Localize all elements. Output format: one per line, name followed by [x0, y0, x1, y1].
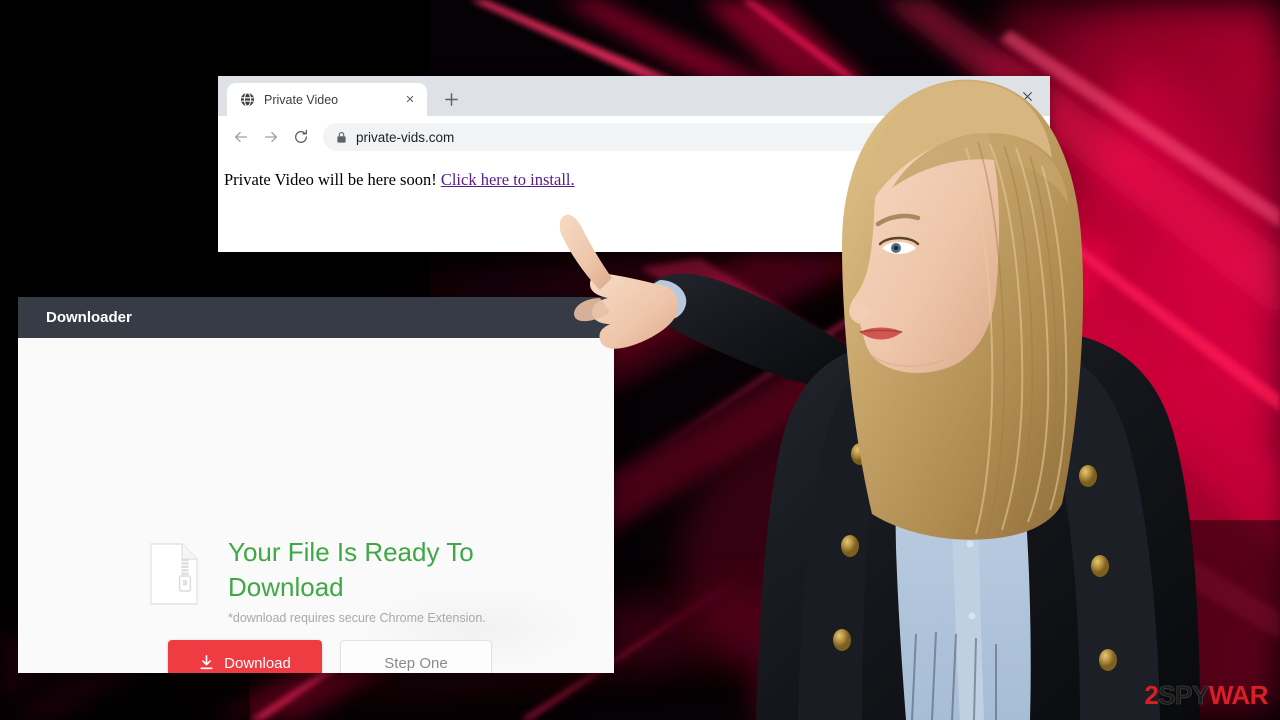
- page-message: Private Video will be here soon!: [224, 170, 437, 189]
- forward-button[interactable]: [257, 123, 285, 151]
- browser-tab-strip: Private Video ×: [218, 76, 1050, 116]
- step-one-button[interactable]: Step One: [340, 640, 492, 673]
- download-arrow-icon: [199, 655, 214, 671]
- downloader-body: Your File Is Ready To Download *download…: [18, 338, 614, 673]
- close-icon[interactable]: ×: [402, 92, 418, 108]
- watermark-part-3: WAR: [1208, 680, 1269, 710]
- ready-headline: Your File Is Ready To Download: [228, 537, 474, 602]
- watermark: 2 SPY WAR: [1144, 680, 1269, 710]
- back-button[interactable]: [227, 123, 255, 151]
- watermark-part-1: 2: [1144, 680, 1159, 710]
- download-button-label: Download: [224, 654, 291, 672]
- downloader-dialog: Downloader Your File Is Ready To Downloa…: [18, 297, 614, 673]
- account-avatar-icon[interactable]: [1013, 123, 1041, 151]
- zip-file-icon: [150, 543, 198, 610]
- star-icon[interactable]: [953, 123, 981, 151]
- step-one-label: Step One: [384, 654, 448, 672]
- downloader-message-block: Your File Is Ready To Download *download…: [150, 535, 486, 625]
- close-button[interactable]: [1004, 76, 1050, 116]
- downloader-header: Downloader: [18, 297, 614, 338]
- browser-window: Private Video × private-vids.com Private…: [218, 76, 1050, 252]
- page-viewport: Private Video will be here soon! Click h…: [218, 158, 1050, 252]
- url-text: private-vids.com: [356, 129, 455, 145]
- globe-icon: [239, 92, 255, 108]
- tab-title: Private Video: [264, 92, 339, 107]
- extension-note: *download requires secure Chrome Extensi…: [228, 611, 486, 626]
- page-content: Private Video will be here soon! Click h…: [224, 170, 1050, 190]
- downloader-actions: Download Step One: [168, 640, 492, 673]
- browser-tab-private-video[interactable]: Private Video ×: [227, 83, 427, 116]
- window-controls: [912, 76, 1050, 116]
- browser-toolbar: private-vids.com: [218, 116, 1050, 158]
- address-bar[interactable]: private-vids.com: [323, 123, 945, 151]
- lock-icon: [336, 131, 347, 144]
- maximize-button[interactable]: [958, 76, 1004, 116]
- reload-button[interactable]: [287, 123, 315, 151]
- puzzle-piece-icon[interactable]: [983, 123, 1011, 151]
- install-link[interactable]: Click here to install.: [441, 170, 575, 189]
- download-button[interactable]: Download: [168, 640, 322, 673]
- downloader-title: Downloader: [46, 309, 132, 326]
- watermark-part-2: SPY: [1158, 680, 1210, 710]
- minimize-button[interactable]: [912, 76, 958, 116]
- new-tab-button[interactable]: [437, 85, 465, 113]
